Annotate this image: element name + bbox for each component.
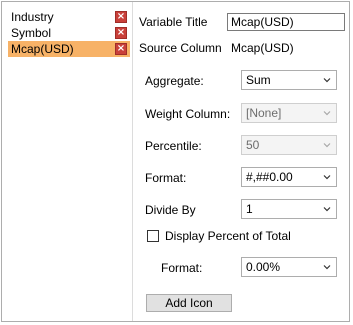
list-item-symbol[interactable]: Symbol × — [8, 25, 130, 41]
variable-list: Industry × Symbol × Mcap(USD) × — [8, 9, 130, 57]
format-select[interactable]: #,##0.00 — [241, 167, 337, 187]
add-icon-button[interactable]: Add Icon — [146, 294, 232, 312]
weight-column-value: [None] — [246, 106, 282, 120]
chevron-down-icon — [323, 175, 331, 180]
weight-column-select: [None] — [241, 103, 337, 123]
list-item-label: Symbol — [11, 26, 52, 40]
list-item-mcap-usd[interactable]: Mcap(USD) × — [8, 41, 130, 57]
aggregate-label: Aggregate: — [145, 74, 204, 88]
chevron-down-icon — [323, 207, 331, 212]
chevron-down-icon — [323, 78, 331, 83]
source-column-label: Source Column — [139, 41, 222, 55]
variable-editor-panel: Industry × Symbol × Mcap(USD) × Variable… — [1, 1, 350, 322]
variable-title-label: Variable Title — [139, 15, 208, 29]
divide-by-value: 1 — [246, 202, 253, 216]
percentile-select: 50 — [241, 135, 337, 155]
variable-properties-panel: Variable Title Mcap(USD) Source Column M… — [133, 2, 351, 321]
display-percent-checkbox[interactable] — [147, 230, 159, 242]
percentile-label: Percentile: — [145, 139, 202, 153]
close-icon[interactable]: × — [115, 27, 127, 39]
divide-by-label: Divide By — [145, 203, 196, 217]
close-icon[interactable]: × — [115, 43, 127, 55]
aggregate-select[interactable]: Sum — [241, 70, 337, 90]
display-percent-label: Display Percent of Total — [165, 229, 291, 243]
format-value: #,##0.00 — [246, 170, 293, 184]
variable-list-panel: Industry × Symbol × Mcap(USD) × — [2, 2, 133, 321]
aggregate-value: Sum — [246, 73, 271, 87]
list-item-label: Industry — [11, 10, 54, 24]
chevron-down-icon — [323, 111, 331, 116]
percent-format-select[interactable]: 0.00% — [241, 257, 337, 277]
variable-title-input[interactable]: Mcap(USD) — [227, 13, 345, 31]
percent-format-value: 0.00% — [246, 260, 281, 274]
list-item-industry[interactable]: Industry × — [8, 9, 130, 25]
weight-column-label: Weight Column: — [145, 107, 231, 121]
source-column-value: Mcap(USD) — [231, 41, 294, 55]
format-label: Format: — [145, 171, 187, 185]
close-icon[interactable]: × — [115, 11, 127, 23]
percentile-value: 50 — [246, 138, 260, 152]
percent-format-label: Format: — [161, 261, 203, 275]
list-item-label: Mcap(USD) — [11, 42, 74, 56]
chevron-down-icon — [323, 143, 331, 148]
chevron-down-icon — [323, 265, 331, 270]
divide-by-select[interactable]: 1 — [241, 199, 337, 219]
